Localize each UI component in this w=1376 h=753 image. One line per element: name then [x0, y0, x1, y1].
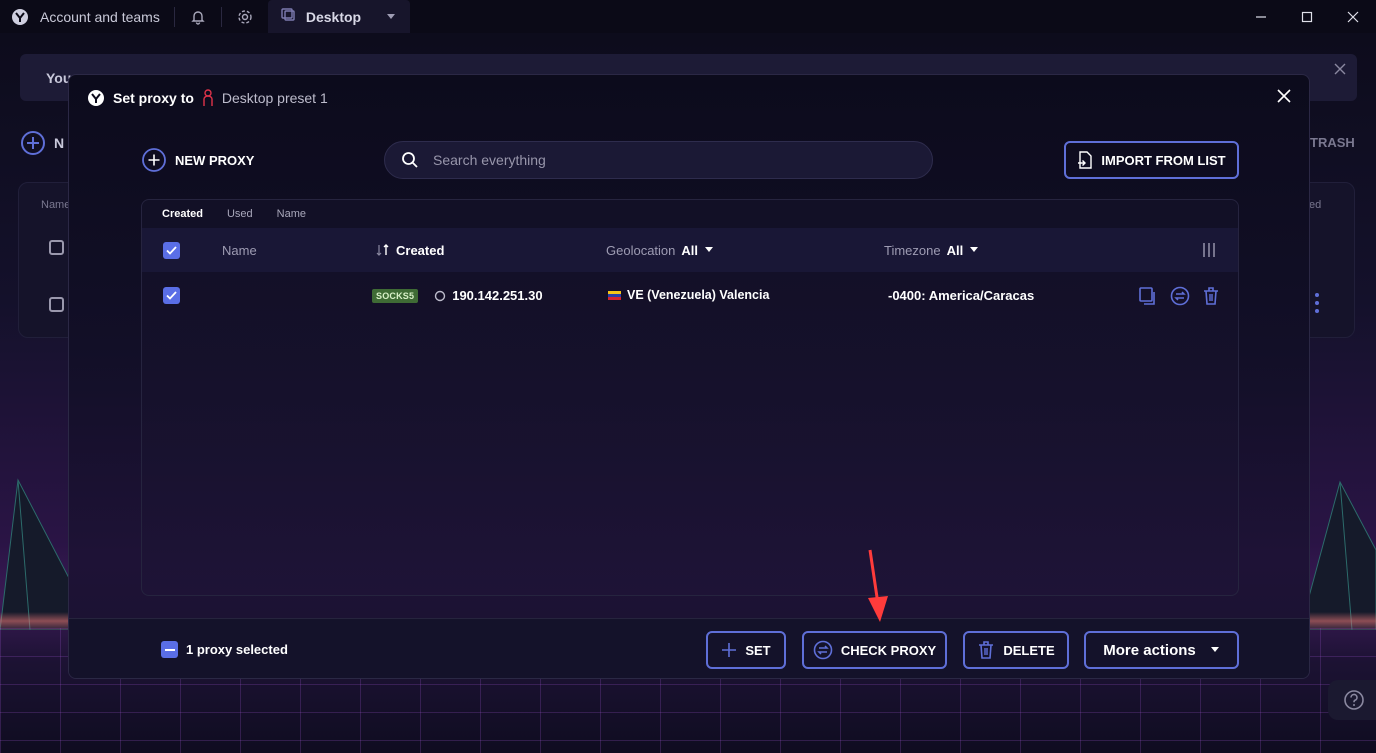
chevron-down-icon [970, 247, 979, 252]
chevron-down-icon[interactable] [386, 8, 396, 26]
checkmark-icon [166, 246, 177, 255]
plus-circle-icon [21, 131, 45, 155]
proxy-table: Created Used Name Name Created Geolocati… [141, 199, 1239, 596]
column-name-label: Name [222, 242, 257, 258]
import-from-list-button[interactable]: IMPORT FROM LIST [1064, 141, 1239, 179]
proxy-geolocation-text: VE (Venezuela) Valencia [627, 288, 770, 302]
check-proxy-icon[interactable] [1170, 286, 1190, 306]
account-and-teams-label: Account and teams [40, 8, 160, 25]
sort-tabs: Created Used Name [162, 208, 306, 220]
bg-row-checkbox[interactable] [49, 240, 64, 255]
more-actions-label: More actions [1103, 641, 1196, 659]
check-proxy-button[interactable]: CHECK PROXY [802, 631, 947, 669]
title-bar: Account and teams Desktop [0, 0, 1376, 33]
new-proxy-button[interactable]: NEW PROXY [141, 147, 254, 173]
timezone-filter-value: All [946, 242, 964, 258]
sort-tab-used[interactable]: Used [227, 208, 253, 220]
proxy-type-badge: SOCKS5 [372, 288, 419, 303]
app-logo-icon [0, 8, 40, 26]
column-header-name[interactable]: Name [222, 243, 257, 258]
bg-new-label: N [54, 135, 65, 151]
table-header: Name Created Geolocation All Timezone Al… [142, 228, 1238, 272]
check-proxy-icon [813, 640, 833, 660]
selection-info: 1 proxy selected [161, 641, 288, 658]
row-checkbox[interactable] [163, 287, 180, 304]
annotation-arrow [868, 549, 888, 622]
profile-preset-name: Desktop preset 1 [221, 90, 328, 106]
copy-icon[interactable] [1138, 286, 1158, 306]
app-logo-icon [88, 90, 104, 106]
close-window-button[interactable] [1330, 0, 1376, 33]
sort-arrows-icon [376, 244, 389, 256]
plus-circle-icon [142, 148, 166, 172]
question-icon [1344, 690, 1364, 710]
column-timezone-label: Timezone [884, 242, 941, 258]
maximize-button[interactable] [1284, 0, 1330, 33]
trash-icon[interactable] [1202, 286, 1220, 306]
tab-desktop-label: Desktop [305, 8, 362, 25]
account-menu[interactable]: Account and teams [0, 0, 174, 33]
bg-column-right: ed [1309, 199, 1322, 211]
bg-row-checkbox[interactable] [49, 297, 64, 312]
sort-tab-name[interactable]: Name [277, 208, 306, 220]
modal-footer: 1 proxy selected SET CHECK PROXY DELETE … [69, 618, 1309, 678]
column-header-created[interactable]: Created [376, 243, 444, 258]
set-button[interactable]: SET [706, 631, 786, 669]
desktop-icon [280, 6, 296, 27]
column-geolocation-label: Geolocation [606, 242, 676, 258]
search-icon [402, 152, 418, 168]
sort-tab-created[interactable]: Created [162, 208, 203, 220]
mountain-right-decoration [1300, 480, 1376, 630]
help-button[interactable] [1328, 680, 1376, 720]
close-icon[interactable] [1333, 62, 1347, 81]
trash-icon [979, 641, 994, 659]
bg-trash-label[interactable]: TRASH [1310, 135, 1355, 150]
proxy-timezone: -0400: America/Caracas [888, 288, 1035, 303]
selected-count-text: 1 proxy selected [186, 642, 288, 657]
profile-person-icon [203, 89, 213, 106]
proxy-ip: 190.142.251.30 [452, 288, 543, 303]
plus-icon [722, 643, 737, 657]
venezuela-flag-icon [608, 290, 621, 300]
table-row[interactable]: SOCKS5 190.142.251.30 VE (Venezuela) Val… [142, 272, 1238, 320]
close-icon[interactable] [1277, 89, 1291, 108]
column-created-label: Created [396, 242, 445, 258]
chevron-down-icon [1210, 647, 1219, 652]
modal-header: Set proxy to Desktop preset 1 [87, 87, 328, 109]
window-controls [1238, 0, 1376, 33]
tab-desktop[interactable]: Desktop [267, 0, 410, 33]
geolocation-filter-value: All [681, 242, 699, 258]
bg-new-button[interactable]: N [20, 130, 64, 156]
status-circle-icon [435, 290, 446, 301]
proxy-geolocation: VE (Venezuela) Valencia [608, 288, 769, 302]
set-label: SET [745, 642, 771, 658]
new-proxy-label: NEW PROXY [175, 152, 255, 168]
search-input[interactable] [433, 152, 893, 168]
select-all-checkbox[interactable] [163, 242, 180, 259]
proxy-address: SOCKS5 190.142.251.30 [372, 288, 543, 303]
row-actions [1138, 286, 1220, 306]
minimize-button[interactable] [1238, 0, 1284, 33]
delete-label: DELETE [1003, 642, 1055, 658]
deselect-checkbox[interactable] [161, 641, 178, 658]
chevron-down-icon [705, 247, 714, 252]
column-header-timezone[interactable]: Timezone All [884, 243, 979, 258]
delete-button[interactable]: DELETE [963, 631, 1069, 669]
gear-icon[interactable] [222, 9, 268, 25]
checkmark-icon [166, 291, 177, 300]
file-import-icon [1078, 151, 1093, 169]
search-bar [384, 141, 933, 179]
more-actions-button[interactable]: More actions [1084, 631, 1239, 669]
check-proxy-label: CHECK PROXY [840, 642, 937, 658]
set-proxy-modal: Set proxy to Desktop preset 1 NEW PROXY … [68, 74, 1310, 679]
bell-icon[interactable] [175, 9, 221, 25]
minus-icon [164, 648, 175, 651]
more-vertical-icon[interactable] [1315, 293, 1319, 313]
import-from-list-label: IMPORT FROM LIST [1101, 152, 1226, 168]
column-settings-icon[interactable] [1202, 242, 1216, 258]
bg-column-name: Name [41, 199, 71, 211]
modal-title: Set proxy to [113, 90, 194, 106]
column-header-geolocation[interactable]: Geolocation All [606, 243, 714, 258]
